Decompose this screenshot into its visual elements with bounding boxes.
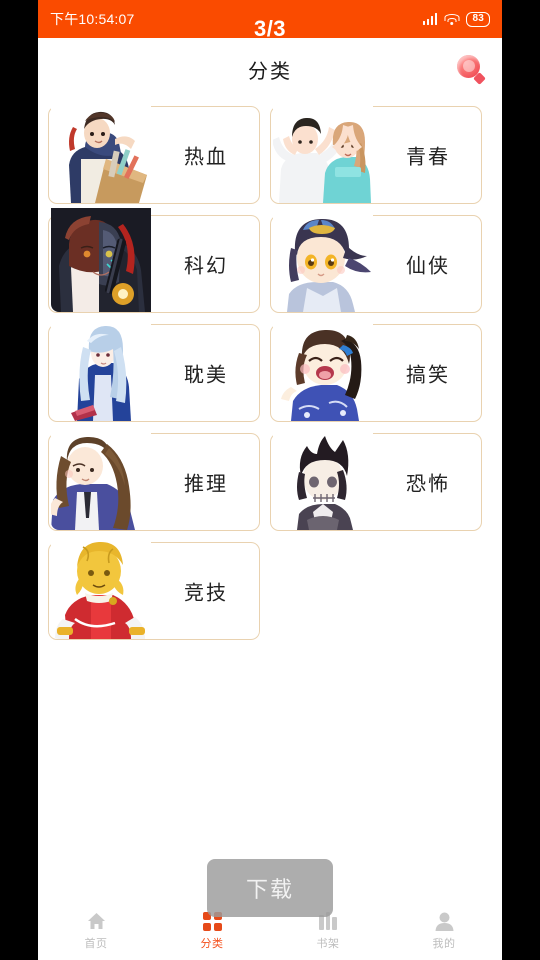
home-icon [87,912,106,931]
category-thumbnail [273,426,373,530]
category-thumbnail [51,535,151,639]
status-icons: 83 [422,11,490,27]
search-icon[interactable] [454,52,488,86]
category-card-xianxia[interactable]: 仙侠 [270,208,482,313]
phone-frame: 下午10:54:07 83 3/3 分类 热血 青春 科幻 仙侠 耽美 搞笑 推… [0,0,540,960]
category-card-qingchun[interactable]: 青春 [270,99,482,204]
category-thumbnail [273,99,373,203]
category-thumbnail [273,317,373,421]
person-icon [435,912,454,931]
category-label: 仙侠 [406,255,450,278]
category-thumbnail [51,317,151,421]
category-label: 科幻 [184,255,228,278]
category-label: 热血 [184,146,228,169]
category-label: 青春 [406,146,450,169]
category-grid: 热血 青春 科幻 仙侠 耽美 搞笑 推理 恐怖 竞技 [38,99,502,640]
category-card-tuili[interactable]: 推理 [48,426,260,531]
nav-item-home[interactable]: 首页 [38,902,154,960]
category-card-danmei[interactable]: 耽美 [48,317,260,422]
battery-indicator: 83 [466,11,490,27]
category-thumbnail [51,99,151,203]
wifi-icon [444,13,460,25]
magnifier-glyph [456,54,486,85]
category-card-jingji[interactable]: 竞技 [48,535,260,640]
status-time: 下午10:54:07 [50,11,135,27]
app-header: 分类 [38,38,502,100]
category-label: 推理 [184,473,228,496]
app-viewport: 下午10:54:07 83 3/3 分类 热血 青春 科幻 仙侠 耽美 搞笑 推… [38,0,502,960]
nav-label: 首页 [84,937,108,950]
nav-label: 书架 [316,937,340,950]
category-label: 搞笑 [406,364,450,387]
category-label: 恐怖 [406,473,450,496]
category-label: 竞技 [184,582,228,605]
nav-label: 我的 [432,937,456,950]
page-title: 分类 [248,60,292,83]
nav-label: 分类 [200,937,224,950]
status-bar: 下午10:54:07 83 [38,0,502,38]
signal-bars-icon [422,13,438,25]
category-card-gaoxiao[interactable]: 搞笑 [270,317,482,422]
category-thumbnail [51,426,151,530]
category-card-kehuan[interactable]: 科幻 [48,208,260,313]
nav-item-profile[interactable]: 我的 [386,902,502,960]
toast-message: 下载 [207,859,333,917]
category-card-rexue[interactable]: 热血 [48,99,260,204]
category-thumbnail [273,208,373,312]
category-thumbnail [51,208,151,312]
category-label: 耽美 [184,364,228,387]
category-card-kongbu[interactable]: 恐怖 [270,426,482,531]
